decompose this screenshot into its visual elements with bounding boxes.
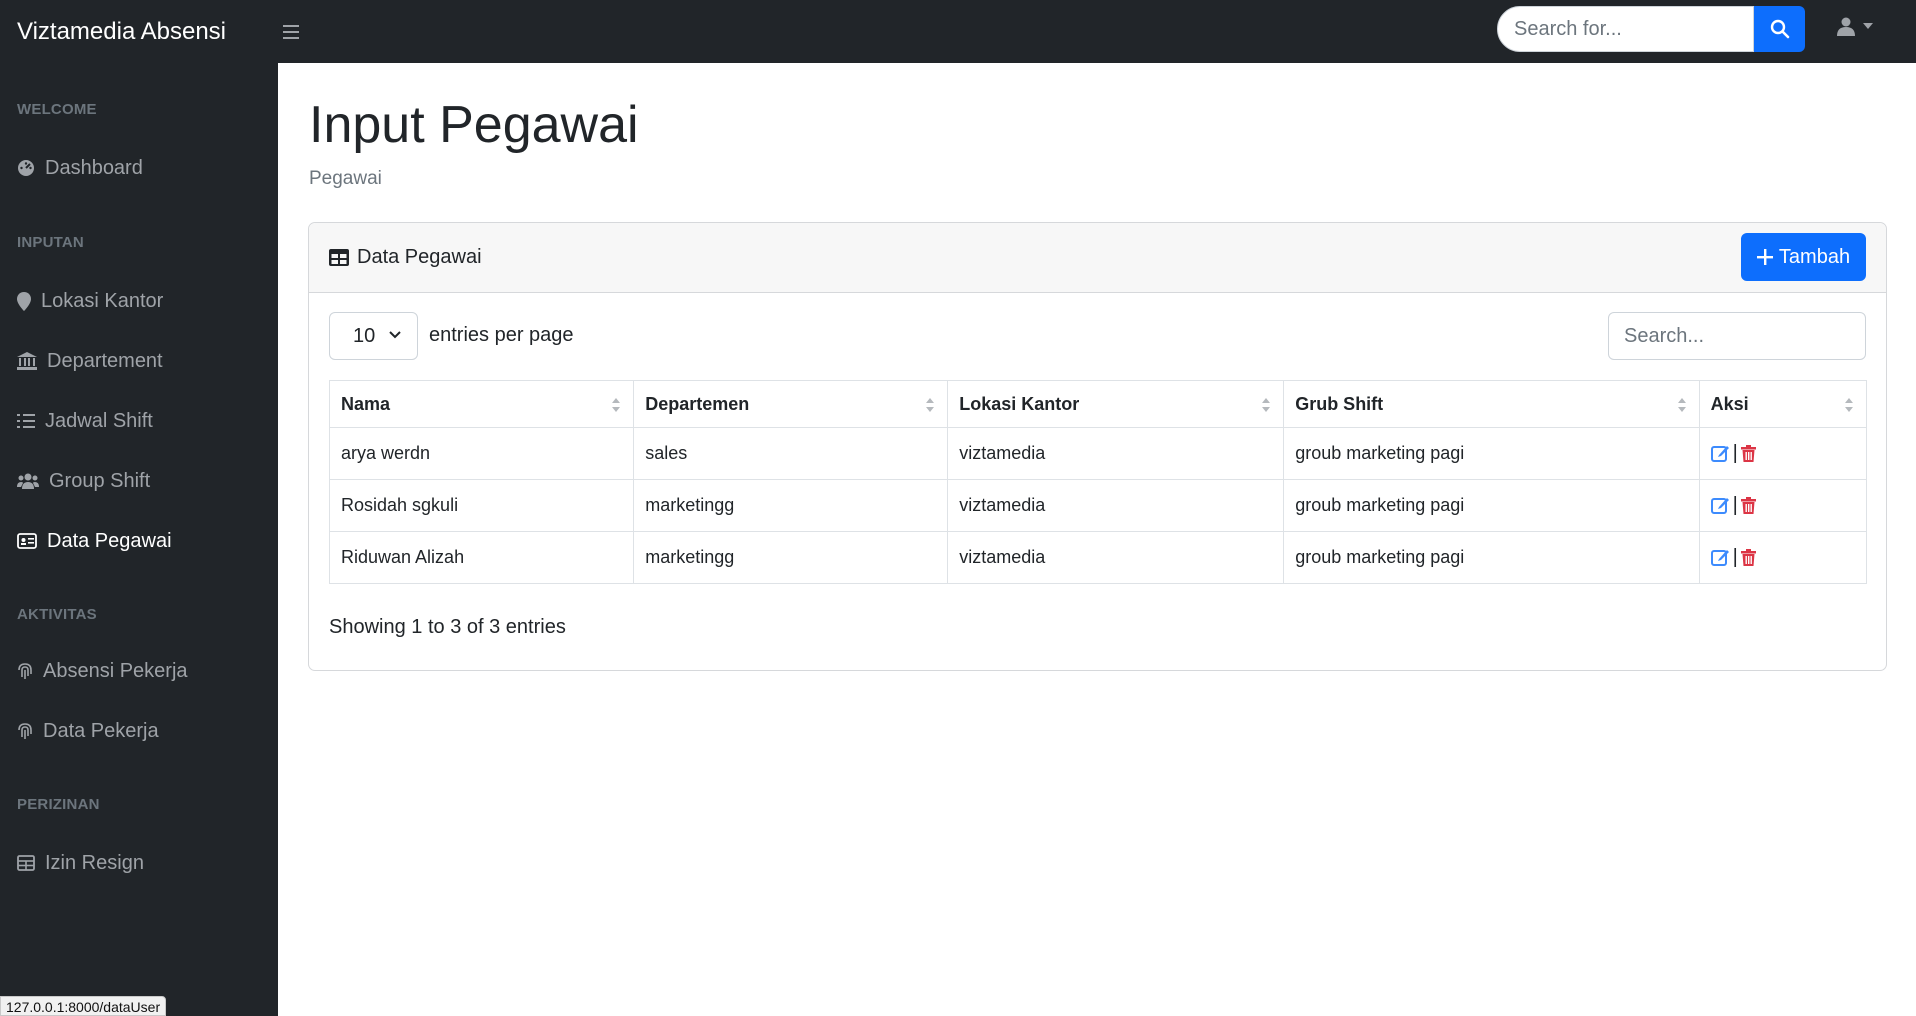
sort-icon xyxy=(926,398,935,412)
sidebar-item-jadwal-shift[interactable]: Jadwal Shift xyxy=(17,405,153,437)
sort-icon xyxy=(1677,398,1686,412)
sidebar-item-absensi-pekerja[interactable]: Absensi Pekerja xyxy=(17,655,188,687)
cell-aksi: | xyxy=(1698,479,1868,532)
action-separator: | xyxy=(1732,442,1738,464)
table-icon xyxy=(17,855,35,871)
edit-icon[interactable] xyxy=(1710,496,1730,515)
cell-departemen: sales xyxy=(633,427,949,480)
brand-title[interactable]: Viztamedia Absensi xyxy=(0,18,278,46)
cell-grub-shift: groub marketing pagi xyxy=(1283,479,1700,532)
sidebar-item-departement[interactable]: Departement xyxy=(17,345,163,377)
trash-icon[interactable] xyxy=(1740,445,1756,462)
page-title: Input Pegawai xyxy=(309,96,639,154)
card-title-text: Data Pegawai xyxy=(357,246,482,268)
showing-entries-info: Showing 1 to 3 of 3 entries xyxy=(329,616,566,638)
sidebar-item-label: Jadwal Shift xyxy=(45,409,153,432)
chevron-down-icon xyxy=(389,331,401,339)
sidebar-item-label: Departement xyxy=(47,349,163,372)
cell-lokasi-kantor: viztamedia xyxy=(947,427,1285,480)
sidebar-item-label: Absensi Pekerja xyxy=(43,659,188,682)
edit-icon[interactable] xyxy=(1710,548,1730,567)
sidebar: WELCOME Dashboard INPUTAN Lokasi Kantor … xyxy=(0,63,278,1016)
table-icon xyxy=(329,249,349,266)
sort-icon xyxy=(1845,398,1853,412)
cell-nama: Rosidah sgkuli xyxy=(328,479,635,532)
sidebar-item-label: Dashboard xyxy=(45,156,143,179)
edit-icon[interactable] xyxy=(1710,444,1730,463)
sidebar-toggle-icon[interactable] xyxy=(283,20,307,44)
list-ol-icon xyxy=(17,414,35,428)
breadcrumb: Pegawai xyxy=(309,168,382,189)
sidebar-heading-perizinan: PERIZINAN xyxy=(17,796,100,813)
cell-aksi: | xyxy=(1698,427,1868,480)
entries-value: 10 xyxy=(353,324,376,347)
cell-aksi: | xyxy=(1698,531,1868,584)
dashboard-icon xyxy=(18,160,34,176)
column-header-grub-shift[interactable]: Grub Shift xyxy=(1283,380,1700,428)
trash-icon[interactable] xyxy=(1740,549,1756,566)
sidebar-item-label: Lokasi Kantor xyxy=(41,289,164,312)
sidebar-item-lokasi-kantor[interactable]: Lokasi Kantor xyxy=(17,285,163,317)
action-separator: | xyxy=(1732,494,1738,516)
table-header-row: Nama Departemen Lokasi Kantor Grub Shift… xyxy=(328,380,1868,428)
sidebar-item-label: Group Shift xyxy=(49,469,151,492)
search-icon xyxy=(1770,19,1789,39)
column-header-nama[interactable]: Nama xyxy=(328,380,635,428)
sort-icon xyxy=(1262,398,1271,412)
entries-per-page-select[interactable]: 10 xyxy=(329,312,418,360)
cell-lokasi-kantor: viztamedia xyxy=(947,479,1285,532)
sidebar-item-izin-resign[interactable]: Izin Resign xyxy=(17,847,144,879)
caret-down-icon xyxy=(1863,23,1873,29)
bank-icon xyxy=(17,352,37,370)
cell-grub-shift: groub marketing pagi xyxy=(1283,427,1700,480)
sidebar-heading-inputan: INPUTAN xyxy=(17,234,84,251)
table-row: arya werdn sales viztamedia groub market… xyxy=(328,427,1868,480)
table-search-input[interactable] xyxy=(1608,312,1866,360)
sidebar-item-label: Izin Resign xyxy=(45,851,144,874)
cell-lokasi-kantor: viztamedia xyxy=(947,531,1285,584)
tambah-button[interactable]: Tambah xyxy=(1741,233,1866,281)
top-search-input[interactable] xyxy=(1497,6,1754,52)
cell-nama: arya werdn xyxy=(328,427,635,480)
cell-grub-shift: groub marketing pagi xyxy=(1283,531,1700,584)
cell-nama: Riduwan Alizah xyxy=(328,531,635,584)
sidebar-item-label: Data Pekerja xyxy=(43,719,159,742)
tambah-label: Tambah xyxy=(1778,245,1851,268)
column-header-aksi[interactable]: Aksi xyxy=(1698,380,1868,428)
card-title: Data Pegawai xyxy=(329,246,482,269)
entries-label: entries per page xyxy=(429,324,574,346)
fingerprint-icon xyxy=(18,663,32,679)
column-header-departemen[interactable]: Departemen xyxy=(633,380,949,428)
top-navbar: Viztamedia Absensi xyxy=(0,0,1916,63)
fingerprint-icon xyxy=(18,723,32,739)
sidebar-item-dashboard[interactable]: Dashboard xyxy=(17,152,143,184)
sort-icon xyxy=(612,398,621,412)
sidebar-item-label: Data Pegawai xyxy=(47,529,172,552)
card-header: Data Pegawai Tambah xyxy=(309,223,1886,293)
user-menu-button[interactable] xyxy=(1836,16,1874,36)
data-pegawai-card: Data Pegawai Tambah 10 entries per page … xyxy=(308,222,1887,671)
sidebar-item-group-shift[interactable]: Group Shift xyxy=(17,465,150,497)
id-card-icon xyxy=(17,533,37,549)
top-search xyxy=(1497,6,1805,52)
cell-departemen: marketingg xyxy=(633,531,949,584)
map-marker-icon xyxy=(17,291,31,311)
action-separator: | xyxy=(1732,546,1738,568)
sidebar-heading-aktivitas: AKTIVITAS xyxy=(17,606,97,623)
sidebar-item-data-pegawai[interactable]: Data Pegawai xyxy=(17,525,172,557)
pegawai-table: Nama Departemen Lokasi Kantor Grub Shift… xyxy=(328,380,1868,584)
search-button[interactable] xyxy=(1754,6,1805,52)
plus-icon xyxy=(1756,249,1773,265)
users-icon xyxy=(17,473,39,489)
user-icon xyxy=(1837,17,1855,36)
trash-icon[interactable] xyxy=(1740,497,1756,514)
table-row: Rosidah sgkuli marketingg viztamedia gro… xyxy=(328,479,1868,532)
table-row: Riduwan Alizah marketingg viztamedia gro… xyxy=(328,531,1868,584)
column-header-lokasi-kantor[interactable]: Lokasi Kantor xyxy=(947,380,1285,428)
cell-departemen: marketingg xyxy=(633,479,949,532)
sidebar-heading-welcome: WELCOME xyxy=(17,101,97,118)
sidebar-item-data-pekerja[interactable]: Data Pekerja xyxy=(17,715,159,747)
status-url: 127.0.0.1:8000/dataUser xyxy=(0,996,167,1016)
